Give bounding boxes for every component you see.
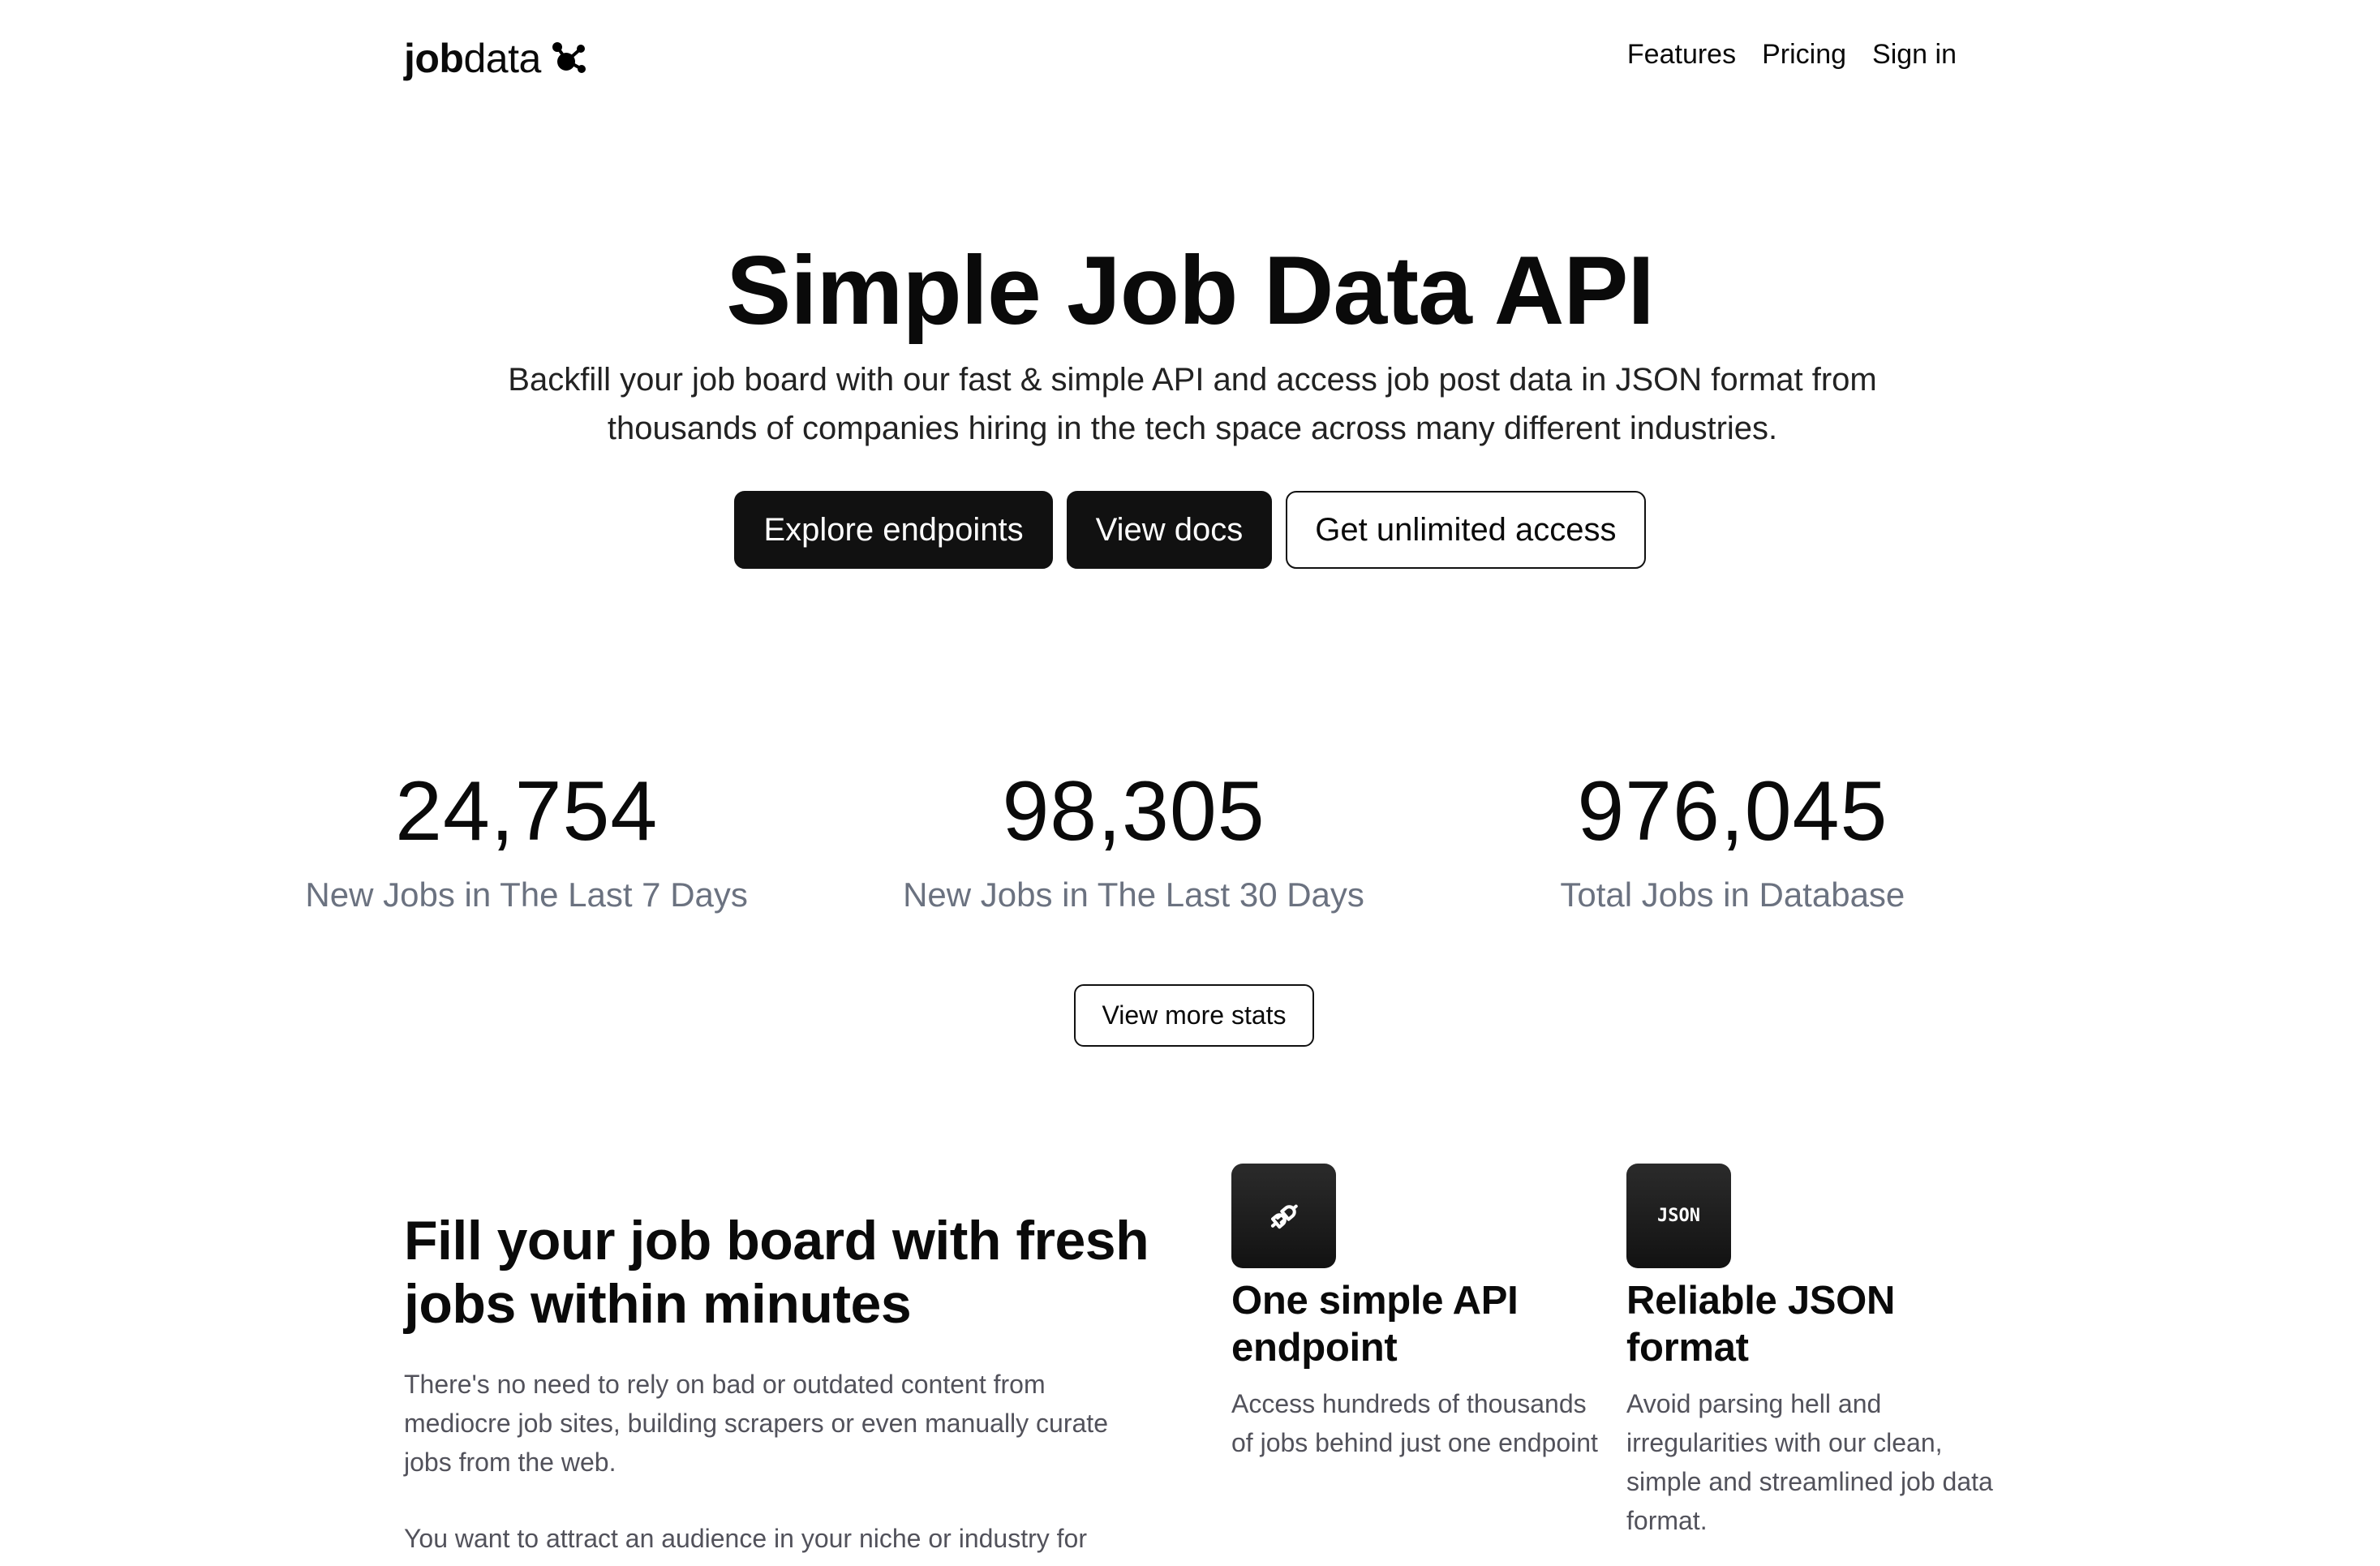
- stat-7-days: 24,754 New Jobs in The Last 7 Days: [268, 759, 785, 919]
- stat-label: New Jobs in The Last 30 Days: [903, 875, 1364, 914]
- nav-sign-in-link[interactable]: Sign in: [1872, 39, 1957, 71]
- features-paragraph: There's no need to rely on bad or outdat…: [404, 1370, 1108, 1477]
- stat-value: 976,045: [1577, 764, 1888, 858]
- card-description: Access hundreds of thousands of jobs beh…: [1231, 1389, 1598, 1457]
- get-unlimited-access-button[interactable]: Get unlimited access: [1286, 491, 1646, 569]
- card-description: Avoid parsing hell and irregularities wi…: [1626, 1389, 1993, 1535]
- hero-subtitle: Backfill your job board with our fast & …: [508, 362, 1877, 446]
- view-docs-button[interactable]: View docs: [1066, 491, 1273, 569]
- stats-section: 24,754 New Jobs in The Last 7 Days 98,30…: [305, 759, 1959, 919]
- plug-icon: [1270, 1204, 1298, 1228]
- json-icon: JSON: [1657, 1206, 1700, 1226]
- features-title: Fill your job board with fresh jobs with…: [404, 1210, 1149, 1335]
- card-title: Reliable JSON format: [1626, 1279, 1896, 1370]
- stat-label: Total Jobs in Database: [1560, 875, 1905, 914]
- stat-value: 24,754: [395, 764, 659, 858]
- plug-icon-box: [1231, 1164, 1336, 1268]
- explore-endpoints-button[interactable]: Explore endpoints: [734, 491, 1053, 569]
- card-title: One simple API endpoint: [1231, 1279, 1519, 1370]
- network-nodes-icon: [552, 42, 586, 73]
- features-paragraph: You want to attract an audience in your …: [404, 1524, 1087, 1553]
- nav-pricing-link[interactable]: Pricing: [1762, 39, 1846, 71]
- stat-value: 98,305: [1002, 764, 1265, 858]
- hero-title: Simple Job Data API: [726, 236, 1655, 345]
- logo-text-bold: job: [404, 36, 464, 81]
- main-nav: Features Pricing Sign in: [1627, 39, 1957, 71]
- cta-buttons: Explore endpoints View docs Get unlimite…: [0, 491, 2380, 569]
- view-more-stats-button[interactable]: View more stats: [1074, 984, 1314, 1047]
- logo[interactable]: job data: [404, 34, 588, 83]
- json-icon-box: JSON: [1626, 1164, 1731, 1268]
- stat-30-days: 98,305 New Jobs in The Last 30 Days: [874, 759, 1392, 919]
- stat-label: New Jobs in The Last 7 Days: [305, 875, 748, 914]
- nav-features-link[interactable]: Features: [1627, 39, 1736, 71]
- stat-total: 976,045 Total Jobs in Database: [1474, 759, 1991, 919]
- logo-text-light: data: [463, 36, 541, 81]
